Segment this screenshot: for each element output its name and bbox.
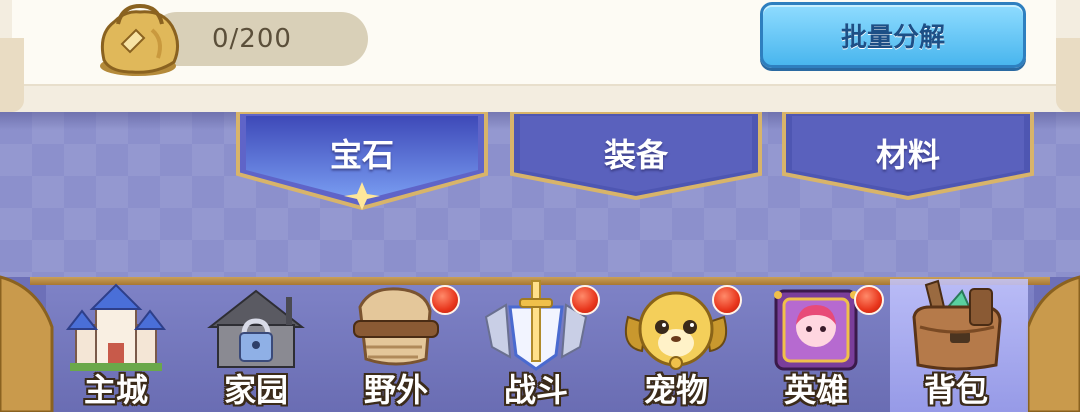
nav-label-pet: 宠物: [643, 371, 708, 409]
tab-material[interactable]: 材料: [780, 112, 1036, 210]
nav-item-hero[interactable]: 英雄: [746, 277, 886, 412]
header-edge-left: [0, 38, 24, 112]
notification-badge: [712, 285, 742, 315]
nav-label-battle: 战斗: [503, 371, 568, 409]
nav-label-wild: 野外: [363, 371, 428, 409]
backpack-icon: [912, 279, 1002, 371]
locked-house-icon: [207, 289, 305, 368]
nav-item-wild[interactable]: 野外: [326, 277, 466, 412]
bag-capacity-icon: [100, 3, 179, 76]
nav-label-hero: 英雄: [783, 371, 848, 409]
tab-gem-label: 宝石: [329, 136, 394, 174]
tab-gem[interactable]: 宝石: [234, 112, 490, 210]
tab-material-label: 材料: [875, 136, 940, 174]
header-edge-right: [1056, 38, 1080, 112]
nav-label-home: 家园: [223, 371, 288, 409]
nav-item-backpack[interactable]: 背包: [886, 277, 1028, 412]
nav-item-battle[interactable]: 战斗: [466, 277, 606, 412]
nav-item-main-city[interactable]: 主城: [46, 277, 186, 412]
notification-badge: [430, 285, 460, 315]
batch-dismantle-button[interactable]: 批量分解: [760, 2, 1026, 68]
nav-item-home[interactable]: 家园: [186, 277, 326, 412]
nav-label-backpack: 背包: [923, 371, 988, 409]
notification-badge: [570, 285, 600, 315]
nav-label-main-city: 主城: [83, 371, 148, 409]
capacity-count: 0/200: [212, 24, 292, 54]
castle-icon: [65, 283, 167, 371]
tab-equipment-label: 装备: [603, 136, 668, 174]
nav-item-pet[interactable]: 宠物: [606, 277, 746, 412]
notification-badge: [854, 285, 884, 315]
tab-equipment[interactable]: 装备: [508, 112, 764, 210]
